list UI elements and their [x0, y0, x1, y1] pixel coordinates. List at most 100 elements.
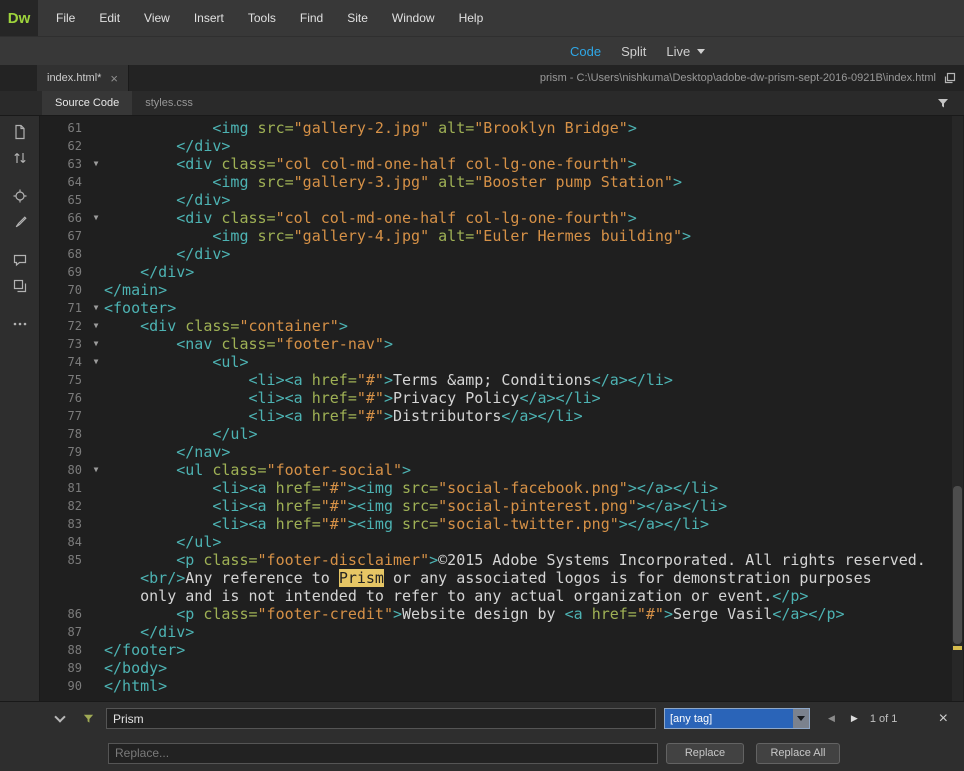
code-line[interactable]: 90</html> — [40, 677, 964, 695]
code-content[interactable]: <div class="col col-md-one-half col-lg-o… — [104, 209, 637, 227]
live-view-target-icon[interactable] — [6, 183, 34, 209]
code-line[interactable]: 72▼ <div class="container"> — [40, 317, 964, 335]
code-content[interactable]: <div class="container"> — [104, 317, 348, 335]
menu-item-insert[interactable]: Insert — [182, 0, 236, 36]
code-line[interactable]: 62 </div> — [40, 137, 964, 155]
code-line[interactable]: 82 <li><a href="#"><img src="social-pint… — [40, 497, 964, 515]
fold-arrow-icon[interactable]: ▼ — [88, 335, 104, 353]
fold-arrow-icon[interactable]: ▼ — [88, 461, 104, 479]
menu-item-tools[interactable]: Tools — [236, 0, 288, 36]
code-line[interactable]: 74▼ <ul> — [40, 353, 964, 371]
search-input[interactable] — [106, 708, 656, 729]
view-mode-live[interactable]: Live — [666, 44, 690, 59]
previous-result-icon[interactable]: ◀ — [828, 713, 835, 724]
more-options-icon[interactable] — [6, 311, 34, 337]
code-line[interactable]: 88</footer> — [40, 641, 964, 659]
filter-related-files-icon[interactable] — [936, 91, 950, 115]
code-line[interactable]: 63▼ <div class="col col-md-one-half col-… — [40, 155, 964, 173]
code-content[interactable]: </ul> — [104, 425, 258, 443]
file-management-icon[interactable] — [6, 145, 34, 171]
code-content[interactable]: </html> — [104, 677, 167, 695]
code-line[interactable]: 68 </div> — [40, 245, 964, 263]
code-line[interactable]: 84 </ul> — [40, 533, 964, 551]
code-content[interactable]: <li><a href="#">Privacy Policy</a></li> — [104, 389, 601, 407]
code-line[interactable]: 89</body> — [40, 659, 964, 677]
code-line[interactable]: 73▼ <nav class="footer-nav"> — [40, 335, 964, 353]
dropdown-arrow-icon[interactable] — [793, 709, 809, 728]
fold-arrow-icon[interactable]: ▼ — [88, 317, 104, 335]
scrollbar-thumb[interactable] — [953, 486, 962, 644]
code-line[interactable]: 71▼<footer> — [40, 299, 964, 317]
code-line[interactable]: 67 <img src="gallery-4.jpg" alt="Euler H… — [40, 227, 964, 245]
inspect-windows-icon[interactable] — [6, 273, 34, 299]
related-file-source-code[interactable]: Source Code — [42, 91, 132, 115]
comments-icon[interactable] — [6, 247, 34, 273]
live-dropdown-arrow-icon[interactable] — [697, 49, 705, 54]
code-line[interactable]: 70</main> — [40, 281, 964, 299]
code-line[interactable]: 64 <img src="gallery-3.jpg" alt="Booster… — [40, 173, 964, 191]
code-content[interactable]: <ul> — [104, 353, 249, 371]
code-line[interactable]: 65 </div> — [40, 191, 964, 209]
code-line[interactable]: 81 <li><a href="#"><img src="social-face… — [40, 479, 964, 497]
format-brush-icon[interactable] — [6, 209, 34, 235]
dreamweaver-logo[interactable]: Dw — [0, 0, 38, 36]
code-content[interactable]: <br/>Any reference to Prism or any assoc… — [104, 569, 872, 587]
fold-arrow-icon[interactable]: ▼ — [88, 353, 104, 371]
code-content[interactable]: <nav class="footer-nav"> — [104, 335, 393, 353]
tab-close-icon[interactable]: × — [110, 72, 118, 85]
code-content[interactable]: <p class="footer-disclaimer">©2015 Adobe… — [104, 551, 926, 569]
code-content[interactable]: </div> — [104, 623, 194, 641]
code-content[interactable]: <footer> — [104, 299, 176, 317]
code-line[interactable]: 85 <p class="footer-disclaimer">©2015 Ad… — [40, 551, 964, 569]
code-content[interactable]: </div> — [104, 263, 194, 281]
code-content[interactable]: <img src="gallery-2.jpg" alt="Brooklyn B… — [104, 119, 637, 137]
code-content[interactable]: </div> — [104, 191, 230, 209]
tag-filter-dropdown[interactable]: [any tag] — [664, 708, 810, 729]
tab-index-html[interactable]: index.html* × — [37, 65, 129, 91]
code-line[interactable]: 87 </div> — [40, 623, 964, 641]
code-content[interactable]: only and is not intended to refer to any… — [104, 587, 808, 605]
code-content[interactable]: <li><a href="#">Distributors</a></li> — [104, 407, 583, 425]
code-content[interactable]: <div class="col col-md-one-half col-lg-o… — [104, 155, 637, 173]
code-content[interactable]: </ul> — [104, 533, 221, 551]
replace-input[interactable] — [108, 743, 658, 764]
replace-button[interactable]: Replace — [666, 743, 744, 764]
code-content[interactable]: <img src="gallery-3.jpg" alt="Booster pu… — [104, 173, 682, 191]
code-line[interactable]: 76 <li><a href="#">Privacy Policy</a></l… — [40, 389, 964, 407]
code-content[interactable]: <p class="footer-credit">Website design … — [104, 605, 845, 623]
menu-item-file[interactable]: File — [44, 0, 87, 36]
menu-item-help[interactable]: Help — [447, 0, 496, 36]
related-file-styles-css[interactable]: styles.css — [132, 91, 206, 115]
code-content[interactable]: <ul class="footer-social"> — [104, 461, 411, 479]
menu-item-window[interactable]: Window — [380, 0, 447, 36]
collapse-find-bar-icon[interactable] — [54, 711, 65, 722]
menu-item-find[interactable]: Find — [288, 0, 335, 36]
code-content[interactable]: </body> — [104, 659, 167, 677]
view-mode-code[interactable]: Code — [570, 44, 601, 59]
code-content[interactable]: </div> — [104, 137, 230, 155]
code-content[interactable]: </main> — [104, 281, 167, 299]
view-mode-split[interactable]: Split — [621, 44, 646, 59]
code-line[interactable]: 78 </ul> — [40, 425, 964, 443]
code-content[interactable]: <li><a href="#"><img src="social-faceboo… — [104, 479, 718, 497]
code-content[interactable]: </nav> — [104, 443, 230, 461]
code-content[interactable]: <li><a href="#"><img src="social-pintere… — [104, 497, 727, 515]
vertical-scrollbar[interactable] — [952, 116, 963, 701]
code-line[interactable]: 66▼ <div class="col col-md-one-half col-… — [40, 209, 964, 227]
code-content[interactable]: </footer> — [104, 641, 185, 659]
code-content[interactable]: <li><a href="#">Terms &amp; Conditions</… — [104, 371, 673, 389]
code-line[interactable]: 75 <li><a href="#">Terms &amp; Condition… — [40, 371, 964, 389]
code-line[interactable]: 69 </div> — [40, 263, 964, 281]
menu-item-view[interactable]: View — [132, 0, 182, 36]
close-find-bar-icon[interactable]: × — [939, 711, 948, 727]
search-filter-icon[interactable] — [82, 712, 95, 725]
cascade-windows-icon[interactable] — [944, 72, 956, 84]
replace-all-button[interactable]: Replace All — [756, 743, 840, 764]
code-line[interactable]: 77 <li><a href="#">Distributors</a></li> — [40, 407, 964, 425]
code-editor[interactable]: 61 <img src="gallery-2.jpg" alt="Brookly… — [40, 116, 964, 701]
code-line[interactable]: 86 <p class="footer-credit">Website desi… — [40, 605, 964, 623]
code-line[interactable]: 83 <li><a href="#"><img src="social-twit… — [40, 515, 964, 533]
next-result-icon[interactable]: ▶ — [851, 713, 858, 724]
fold-arrow-icon[interactable]: ▼ — [88, 209, 104, 227]
fold-arrow-icon[interactable]: ▼ — [88, 155, 104, 173]
